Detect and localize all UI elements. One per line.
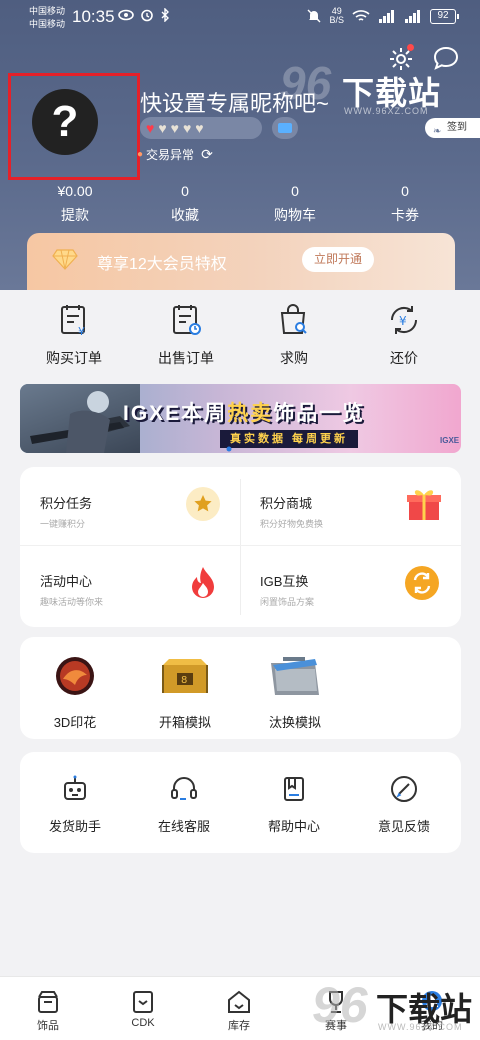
points-mall-item[interactable]: 积分商城 积分好物免费换 [240,467,460,545]
nav-cdk[interactable]: CDK [113,989,173,1029]
alarm-icon [141,9,153,22]
promo-banner[interactable]: IGXE本周热卖饰品一览 真实数据 每周更新 IGXE [20,384,461,453]
sell-order-button[interactable]: 出售订单 [146,302,226,368]
trade-status-label: 交易异常 [146,148,195,162]
vip-text: 尊享12大会员特权 [97,256,227,273]
clock: 10:35 [72,7,115,26]
case-icon: 8 [162,659,208,693]
store-icon [38,991,58,1013]
feedback-pen-icon [391,776,417,802]
carousel-indicator [226,446,232,452]
level-badge[interactable] [272,117,298,139]
help-center-item[interactable]: 帮助中心 [244,774,344,835]
carrier-1: 中国移动 [29,6,66,16]
carrier-2: 中国移动 [29,19,66,29]
trade-status[interactable]: ● 交易异常 ⟳ [137,146,213,163]
wanted-bag-icon [280,304,307,334]
heart-icon: ♥ [182,120,192,136]
refresh-icon[interactable]: ⟳ [201,146,213,163]
simulator-card: 3D印花 8 开箱模拟 汰换模拟 [20,637,461,739]
signin-button[interactable]: ❧ 签到 [425,118,480,138]
stat-cart[interactable]: 0 购物车 [245,183,345,225]
service-card: 发货助手 在线客服 帮助中心 意见反馈 [20,752,461,853]
watermark-bottom: 96 下载站 WWW.96XZ.COM [312,977,473,1033]
divider [20,545,461,546]
nickname-prompt[interactable]: 快设置专属昵称吧~ [140,86,329,118]
gift-box-icon [407,490,441,520]
heart-icon: ♥ [195,120,204,136]
buy-order-icon: ¥ [61,305,85,338]
banner-title: IGXE本周热卖饰品一览 [123,402,366,425]
heart-icon: ♥ [158,120,167,136]
inventory-icon [228,990,250,1013]
vip-banner[interactable]: 尊享12大会员特权 立即开通 [27,233,455,290]
bargain-button[interactable]: ¥ 还价 [364,302,444,368]
heart-filled-icon: ♥ [146,120,155,136]
warning-dot-icon: ● [137,149,144,160]
wifi-icon [352,10,370,21]
profile-header: 中国移动 中国移动 10:35 49 B/S 92 96 下载站 WWW.96XZ… [0,0,480,290]
status-icons-right: 49 B/S 92 [307,6,459,25]
buy-order-button[interactable]: ¥ 购买订单 [34,302,114,368]
order-shortcuts: ¥ 购买订单 出售订单 求购 ¥ 还价 [0,290,480,380]
book-icon [284,777,304,801]
heart-icon: ♥ [170,120,179,136]
leaf-icon: ❧ [433,126,442,137]
activity-center-item[interactable]: 活动中心 趣味活动等你来 [20,549,240,627]
sell-order-icon [173,305,201,335]
diamond-icon [52,249,78,270]
bargain-icon: ¥ [390,306,418,334]
points-task-item[interactable]: 积分任务 一键赚积分 [20,467,240,545]
mute-icon [307,9,321,23]
wanted-button[interactable]: 求购 [254,302,334,368]
soldier-artwork [20,384,140,453]
cdk-icon [133,991,153,1013]
online-support-item[interactable]: 在线客服 [134,774,234,835]
notification-dot [407,44,414,51]
shipping-assistant-item[interactable]: 发货助手 [25,774,125,835]
battery-indicator: 92 [430,8,459,24]
trade-up-icon [271,657,319,695]
signal-2-icon [405,10,420,23]
nav-items[interactable]: 饰品 [18,989,78,1033]
case-opening-item[interactable]: 8 开箱模拟 [130,655,240,731]
signin-label: 签到 [447,122,467,133]
stat-favorites[interactable]: 0 收藏 [135,183,235,225]
igb-exchange-item[interactable]: IGB互换 闲置饰品方案 [240,549,460,627]
star-coin-icon [186,487,220,521]
sticker-icon [56,657,94,695]
avatar-highlight-box [8,73,140,180]
eye-icon [118,9,134,21]
svg-text:¥: ¥ [78,325,85,338]
vip-activate-button[interactable]: 立即开通 [302,247,374,272]
bluetooth-icon [161,8,169,22]
reputation-hearts: ♥ ♥ ♥ ♥ ♥ [140,117,262,139]
trade-up-item[interactable]: 汰换模拟 [240,655,350,731]
headset-icon [171,777,197,800]
svg-text:¥: ¥ [399,314,407,328]
svg-text:8: 8 [181,675,187,686]
status-icons-left [118,8,170,22]
robot-icon [64,775,86,800]
status-bar: 中国移动 中国移动 10:35 49 B/S 92 [0,0,480,36]
banner-logo: IGXE [440,436,460,445]
stat-coupons[interactable]: 0 卡券 [355,183,455,225]
flame-icon [192,567,214,598]
stat-withdraw[interactable]: ¥0.00 提款 [25,183,125,225]
sticker-3d-item[interactable]: 3D印花 [20,655,130,731]
exchange-coin-icon [405,566,439,600]
nav-inventory[interactable]: 库存 [209,989,269,1033]
signal-icon [379,10,394,23]
feature-grid: 积分任务 一键赚积分 积分商城 积分好物免费换 活动中心 趣味活动等你来 IGB… [20,467,461,627]
net-speed: 49 B/S [329,6,344,25]
badge-icon [278,123,292,133]
feedback-item[interactable]: 意见反馈 [354,774,454,835]
